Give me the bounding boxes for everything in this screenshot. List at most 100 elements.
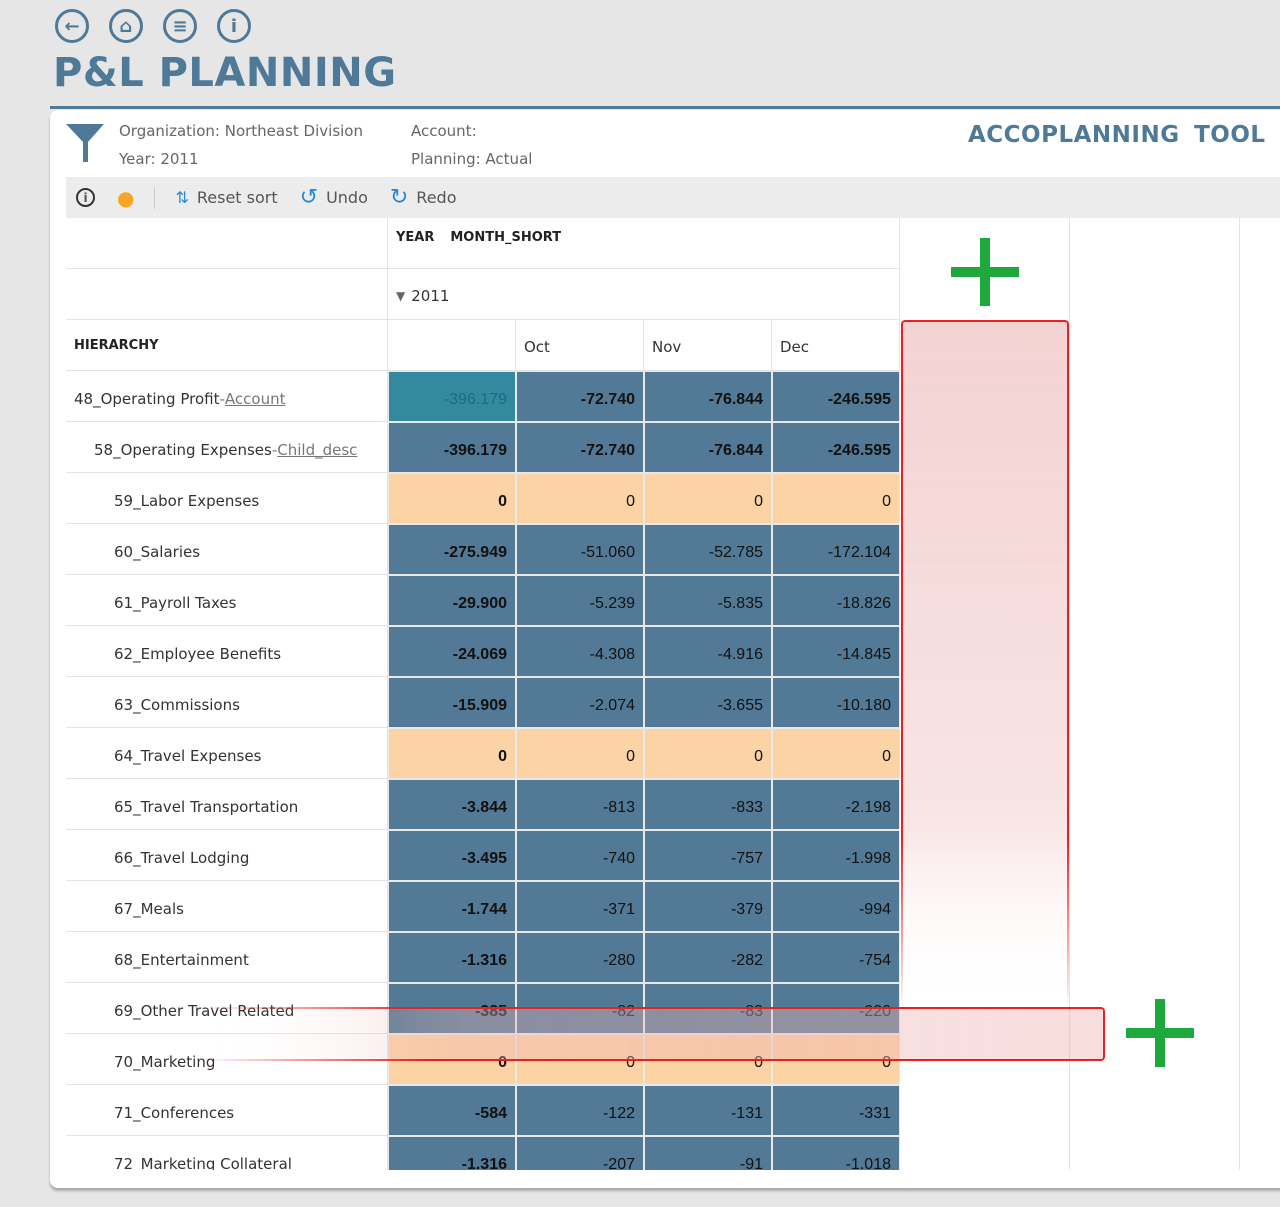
value-cell[interactable]: 0 — [644, 473, 772, 524]
value-cell[interactable]: -4.916 — [644, 626, 772, 677]
total-cell[interactable]: 0 — [388, 728, 516, 779]
value-cell[interactable]: -18.826 — [772, 575, 900, 626]
value-cell[interactable]: -331 — [772, 1085, 900, 1136]
row-label: 62_Employee Benefits — [114, 645, 282, 663]
value-cell[interactable]: -76.844 — [644, 422, 772, 473]
total-cell[interactable]: -3.844 — [388, 779, 516, 830]
nav-icons: ← ⌂ ≡ i — [55, 9, 251, 43]
sort-icon: ⇅ — [175, 188, 189, 207]
row-label: 60_Salaries — [114, 543, 201, 561]
row-label: 71_Conferences — [114, 1104, 235, 1122]
home-icon[interactable]: ⌂ — [109, 9, 143, 43]
total-cell[interactable]: -1.316 — [388, 1136, 516, 1170]
value-cell[interactable]: 0 — [516, 728, 644, 779]
total-cell[interactable]: -396.179 — [388, 371, 516, 422]
value-cell[interactable]: -51.060 — [516, 524, 644, 575]
reset-sort-button[interactable]: ⇅ Reset sort — [175, 188, 277, 207]
row-link[interactable]: Child_desc — [277, 441, 357, 459]
collapse-triangle-icon[interactable]: ▼ — [396, 289, 405, 303]
month-header-oct[interactable]: Oct — [516, 320, 644, 371]
corner-cell — [66, 218, 388, 269]
hierarchy-header[interactable]: HIERARCHY — [66, 320, 388, 371]
value-cell[interactable]: -371 — [516, 881, 644, 932]
month-header-dec[interactable]: Dec — [772, 320, 900, 371]
row-header[interactable]: 59_Labor Expenses — [66, 473, 388, 524]
row-header[interactable]: 48_Operating Profit - Account — [66, 371, 388, 422]
value-cell[interactable]: -52.785 — [644, 524, 772, 575]
menu-icon[interactable]: ≡ — [163, 9, 197, 43]
row-drop-zone[interactable] — [200, 1007, 1105, 1061]
value-cell[interactable]: 0 — [772, 728, 900, 779]
row-header[interactable]: 60_Salaries — [66, 524, 388, 575]
value-cell[interactable]: 0 — [772, 473, 900, 524]
back-icon[interactable]: ← — [55, 9, 89, 43]
value-cell[interactable]: -379 — [644, 881, 772, 932]
value-cell[interactable]: 0 — [644, 728, 772, 779]
value-cell[interactable]: -4.308 — [516, 626, 644, 677]
value-cell[interactable]: -740 — [516, 830, 644, 881]
undo-button[interactable]: ↺ Undo — [300, 185, 368, 210]
row-header[interactable]: 66_Travel Lodging — [66, 830, 388, 881]
row-link[interactable]: Account — [225, 390, 286, 408]
row-header[interactable]: 68_Entertainment — [66, 932, 388, 983]
row-header[interactable]: 63_Commissions — [66, 677, 388, 728]
value-cell[interactable]: -757 — [644, 830, 772, 881]
total-cell[interactable]: -584 — [388, 1085, 516, 1136]
row-header[interactable]: 67_Meals — [66, 881, 388, 932]
value-cell[interactable]: -3.655 — [644, 677, 772, 728]
month-header-nov[interactable]: Nov — [644, 320, 772, 371]
value-cell[interactable]: -833 — [644, 779, 772, 830]
total-cell[interactable]: 0 — [388, 473, 516, 524]
value-cell[interactable]: -207 — [516, 1136, 644, 1170]
total-cell[interactable]: -3.495 — [388, 830, 516, 881]
redo-button[interactable]: ↻ Redo — [390, 185, 457, 210]
value-cell[interactable]: -5.835 — [644, 575, 772, 626]
total-cell[interactable]: -275.949 — [388, 524, 516, 575]
month-short-header[interactable]: MONTH_SHORT — [450, 230, 561, 245]
value-cell[interactable]: -2.198 — [772, 779, 900, 830]
total-cell[interactable]: -1.316 — [388, 932, 516, 983]
value-cell[interactable]: -1.998 — [772, 830, 900, 881]
filter-icon[interactable] — [66, 122, 106, 164]
value-cell[interactable]: -754 — [772, 932, 900, 983]
column-drop-plus-icon — [951, 238, 1019, 306]
total-cell[interactable]: -1.744 — [388, 881, 516, 932]
value-cell[interactable]: -10.180 — [772, 677, 900, 728]
info-icon[interactable]: i — [217, 9, 251, 43]
value-cell[interactable]: -76.844 — [644, 371, 772, 422]
year-group-header[interactable]: ▼ 2011 — [388, 269, 900, 320]
bell-icon[interactable]: ● — [117, 186, 134, 210]
value-cell[interactable]: -172.104 — [772, 524, 900, 575]
value-cell[interactable]: -1.018 — [772, 1136, 900, 1170]
row-header[interactable]: 61_Payroll Taxes — [66, 575, 388, 626]
total-cell[interactable]: -24.069 — [388, 626, 516, 677]
row-header[interactable]: 58_Operating Expenses - Child_desc — [66, 422, 388, 473]
value-cell[interactable]: -282 — [644, 932, 772, 983]
total-cell[interactable]: -396.179 — [388, 422, 516, 473]
row-header[interactable]: 72_Marketing Collateral — [66, 1136, 388, 1170]
value-cell[interactable]: -131 — [644, 1085, 772, 1136]
row-header[interactable]: 71_Conferences — [66, 1085, 388, 1136]
row-header[interactable]: 65_Travel Transportation — [66, 779, 388, 830]
value-cell[interactable]: -72.740 — [516, 422, 644, 473]
value-cell[interactable]: -122 — [516, 1085, 644, 1136]
total-cell[interactable]: -15.909 — [388, 677, 516, 728]
total-cell[interactable]: -29.900 — [388, 575, 516, 626]
value-cell[interactable]: -5.239 — [516, 575, 644, 626]
value-cell[interactable]: -14.845 — [772, 626, 900, 677]
value-cell[interactable]: 0 — [516, 473, 644, 524]
value-cell[interactable]: -813 — [516, 779, 644, 830]
value-cell[interactable]: -72.740 — [516, 371, 644, 422]
value-cell[interactable]: -246.595 — [772, 371, 900, 422]
column-drop-zone[interactable] — [901, 320, 1069, 1010]
info-icon[interactable]: i — [76, 188, 95, 207]
toolbar-separator — [154, 186, 156, 209]
value-cell[interactable]: -280 — [516, 932, 644, 983]
value-cell[interactable]: -2.074 — [516, 677, 644, 728]
row-header[interactable]: 62_Employee Benefits — [66, 626, 388, 677]
year-header[interactable]: YEAR — [396, 230, 434, 245]
value-cell[interactable]: -91 — [644, 1136, 772, 1170]
value-cell[interactable]: -246.595 — [772, 422, 900, 473]
row-header[interactable]: 64_Travel Expenses — [66, 728, 388, 779]
value-cell[interactable]: -994 — [772, 881, 900, 932]
